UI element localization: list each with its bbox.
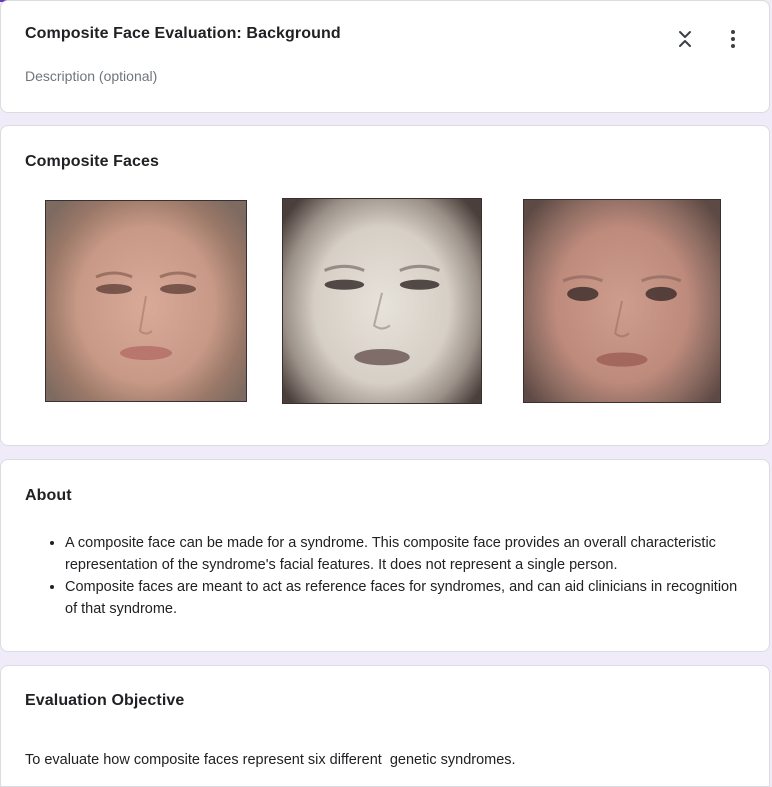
about-bullet-1: A composite face can be made for a syndr… [65, 532, 745, 576]
composite-faces-card[interactable]: Composite Faces [0, 125, 770, 446]
about-title: About [25, 487, 72, 504]
collapse-button[interactable] [669, 23, 701, 55]
more-vert-icon [731, 30, 735, 48]
evaluation-objective-text: To evaluate how composite faces represen… [25, 752, 516, 768]
composite-face-image-3[interactable] [523, 199, 721, 403]
collapse-icon [679, 31, 691, 47]
about-bullet-list: A composite face can be made for a syndr… [65, 532, 745, 620]
composite-face-image-2[interactable] [282, 198, 482, 404]
more-options-button[interactable] [717, 23, 749, 55]
composite-face-image-1[interactable] [45, 200, 247, 402]
evaluation-objective-card[interactable]: Evaluation Objective To evaluate how com… [0, 665, 770, 787]
section-header-card[interactable]: Composite Face Evaluation: Background De… [0, 0, 770, 113]
composite-faces-title: Composite Faces [25, 153, 159, 170]
description-field[interactable]: Description (optional) [25, 68, 157, 84]
about-card[interactable]: About A composite face can be made for a… [0, 459, 770, 652]
evaluation-objective-title: Evaluation Objective [25, 692, 185, 709]
section-title[interactable]: Composite Face Evaluation: Background [25, 25, 341, 43]
about-bullet-2: Composite faces are meant to act as refe… [65, 576, 745, 620]
